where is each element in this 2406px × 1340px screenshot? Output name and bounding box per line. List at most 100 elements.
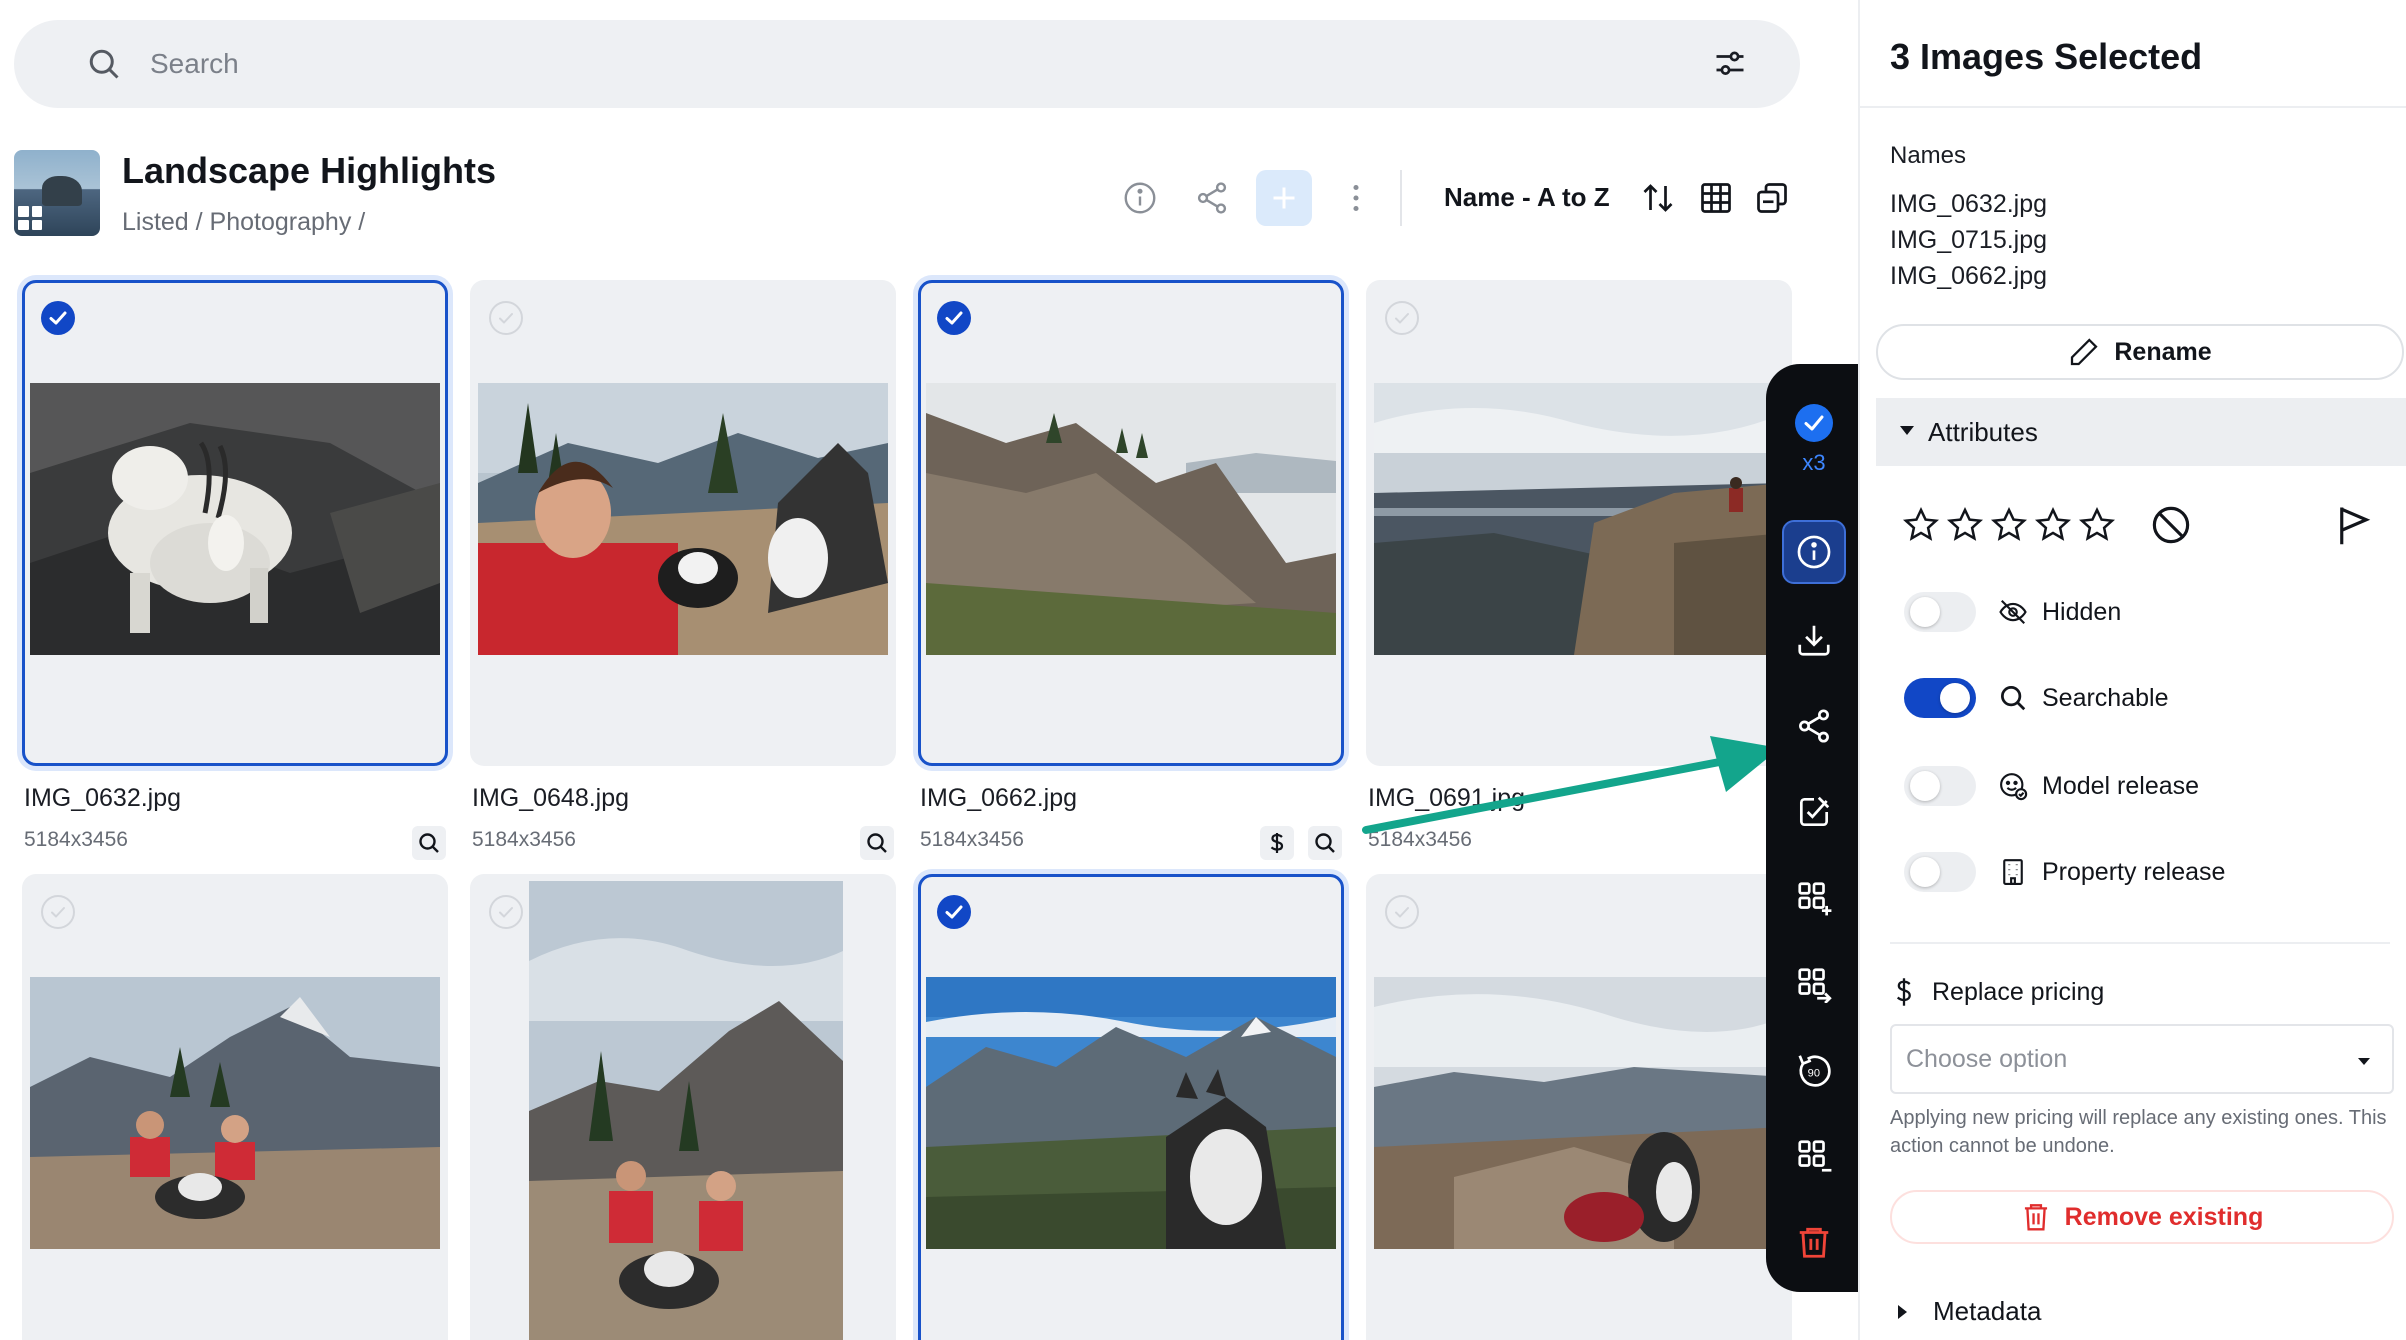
- sort-dropdown[interactable]: Name - A to Z: [1444, 182, 1610, 213]
- rail-remove-from-album-button[interactable]: [1782, 1124, 1846, 1188]
- image-card[interactable]: [470, 874, 896, 1340]
- grid-view-button[interactable]: [1688, 170, 1744, 226]
- search-icon: [1315, 833, 1335, 853]
- trash-icon: [2024, 1204, 2047, 1231]
- rail-download-button[interactable]: [1782, 608, 1846, 672]
- rename-button[interactable]: Rename: [1876, 324, 2404, 380]
- star-icon[interactable]: [2078, 506, 2116, 544]
- svg-text:90: 90: [1808, 1067, 1820, 1079]
- hidden-toggle-row: Hidden: [1904, 590, 2121, 634]
- rail-move-button[interactable]: [1782, 952, 1846, 1016]
- caret-down-icon: [1900, 426, 1914, 435]
- remove-existing-label: Remove existing: [2064, 1202, 2264, 1231]
- unselected-check-icon[interactable]: [1385, 301, 1419, 335]
- searchable-badge: [1308, 826, 1342, 860]
- image-card[interactable]: [918, 874, 1344, 1340]
- more-options-button[interactable]: [1328, 170, 1384, 226]
- property-release-toggle[interactable]: [1904, 852, 1976, 892]
- select-mode-button[interactable]: [1744, 170, 1800, 226]
- download-icon: [1798, 625, 1830, 656]
- toolbar-divider: [1400, 170, 1402, 226]
- image-card[interactable]: [470, 280, 896, 766]
- image-thumbnail[interactable]: [30, 383, 440, 655]
- star-icon[interactable]: [2034, 506, 2072, 544]
- panel-divider: [1890, 942, 2390, 944]
- rail-delete-button[interactable]: [1782, 1210, 1846, 1274]
- searchable-badge: [860, 826, 894, 860]
- star-icon[interactable]: [1902, 506, 1940, 544]
- plus-icon: [1273, 187, 1295, 209]
- rail-info-button[interactable]: [1782, 520, 1846, 584]
- flag-icon[interactable]: [2336, 504, 2372, 546]
- star-icon[interactable]: [1990, 506, 2028, 544]
- selected-name: IMG_0632.jpg: [1890, 190, 2048, 218]
- metadata-label: Metadata: [1933, 1296, 2042, 1326]
- search-icon: [419, 833, 439, 853]
- model-release-toggle[interactable]: [1904, 766, 1976, 806]
- replace-pricing-heading: Replace pricing: [1890, 976, 2104, 1008]
- selected-name: IMG_0662.jpg: [1890, 262, 2048, 290]
- rail-share-button[interactable]: [1782, 694, 1846, 758]
- bulk-actions-rail: x3 90: [1766, 364, 1862, 1292]
- names-label: Names: [1890, 142, 1967, 169]
- search-input[interactable]: [150, 40, 1650, 88]
- search-icon: [2001, 686, 2026, 711]
- star-icon[interactable]: [1946, 506, 1984, 544]
- dollar-icon: [1896, 978, 1911, 1006]
- rail-tag-button[interactable]: [1782, 780, 1846, 844]
- search-icon: [867, 833, 887, 853]
- image-card[interactable]: [918, 280, 1344, 766]
- grid-plus-icon: [1798, 882, 1832, 916]
- album-share-button[interactable]: [1184, 170, 1240, 226]
- metadata-section-toggle[interactable]: Metadata: [1890, 1296, 2041, 1327]
- selected-check-icon[interactable]: [41, 301, 75, 335]
- image-thumbnail[interactable]: [1374, 977, 1784, 1249]
- image-card[interactable]: [22, 874, 448, 1340]
- selected-check-icon: [1795, 404, 1833, 442]
- selection-count[interactable]: x3: [1782, 404, 1846, 484]
- image-thumbnail[interactable]: [926, 383, 1336, 655]
- searchable-label: Searchable: [2042, 683, 2169, 712]
- share-icon: [1799, 709, 1829, 743]
- unselected-check-icon[interactable]: [41, 895, 75, 929]
- search-icon: [89, 49, 119, 79]
- searchable-toggle[interactable]: [1904, 678, 1976, 718]
- album-cover-thumbnail[interactable]: [14, 150, 100, 236]
- attributes-section-toggle[interactable]: Attributes: [1876, 398, 2406, 466]
- selected-check-icon[interactable]: [937, 301, 971, 335]
- breadcrumb[interactable]: Listed / Photography /: [122, 208, 365, 237]
- filter-sliders-icon[interactable]: [1712, 46, 1748, 82]
- rail-add-to-album-button[interactable]: [1782, 866, 1846, 930]
- pricing-select[interactable]: Choose option: [1890, 1024, 2394, 1094]
- image-dimensions: 5184x3456: [472, 828, 576, 851]
- remove-existing-button[interactable]: Remove existing: [1890, 1190, 2394, 1244]
- image-thumbnail[interactable]: [30, 977, 440, 1249]
- grid-minus-icon: [1798, 1140, 1832, 1172]
- unselected-check-icon[interactable]: [489, 301, 523, 335]
- dollar-icon: [1270, 833, 1284, 853]
- add-button[interactable]: [1256, 170, 1312, 226]
- face-check-icon: [2000, 773, 2028, 801]
- star-rating: [1902, 506, 2116, 544]
- grid-icon: [1701, 183, 1731, 213]
- image-card[interactable]: [1366, 874, 1792, 1340]
- image-card[interactable]: [1366, 280, 1792, 766]
- album-info-button[interactable]: [1112, 170, 1168, 226]
- sort-direction-button[interactable]: [1630, 170, 1686, 226]
- image-thumbnail[interactable]: [529, 881, 843, 1340]
- image-dimensions: 5184x3456: [920, 828, 1024, 851]
- album-title: Landscape Highlights: [122, 150, 497, 191]
- panel-divider: [1860, 106, 2406, 108]
- image-thumbnail[interactable]: [478, 383, 888, 655]
- image-thumbnail[interactable]: [1374, 383, 1784, 655]
- unselected-check-icon[interactable]: [1385, 895, 1419, 929]
- image-card[interactable]: [22, 280, 448, 766]
- caret-right-icon: [1898, 1304, 1907, 1319]
- reject-icon[interactable]: [2150, 504, 2192, 546]
- unselected-check-icon[interactable]: [489, 895, 523, 929]
- selected-check-icon[interactable]: [937, 895, 971, 929]
- image-thumbnail[interactable]: [926, 977, 1336, 1249]
- image-dimensions: 5184x3456: [24, 828, 128, 851]
- rail-rotate-button[interactable]: 90: [1782, 1038, 1846, 1102]
- hidden-toggle[interactable]: [1904, 592, 1976, 632]
